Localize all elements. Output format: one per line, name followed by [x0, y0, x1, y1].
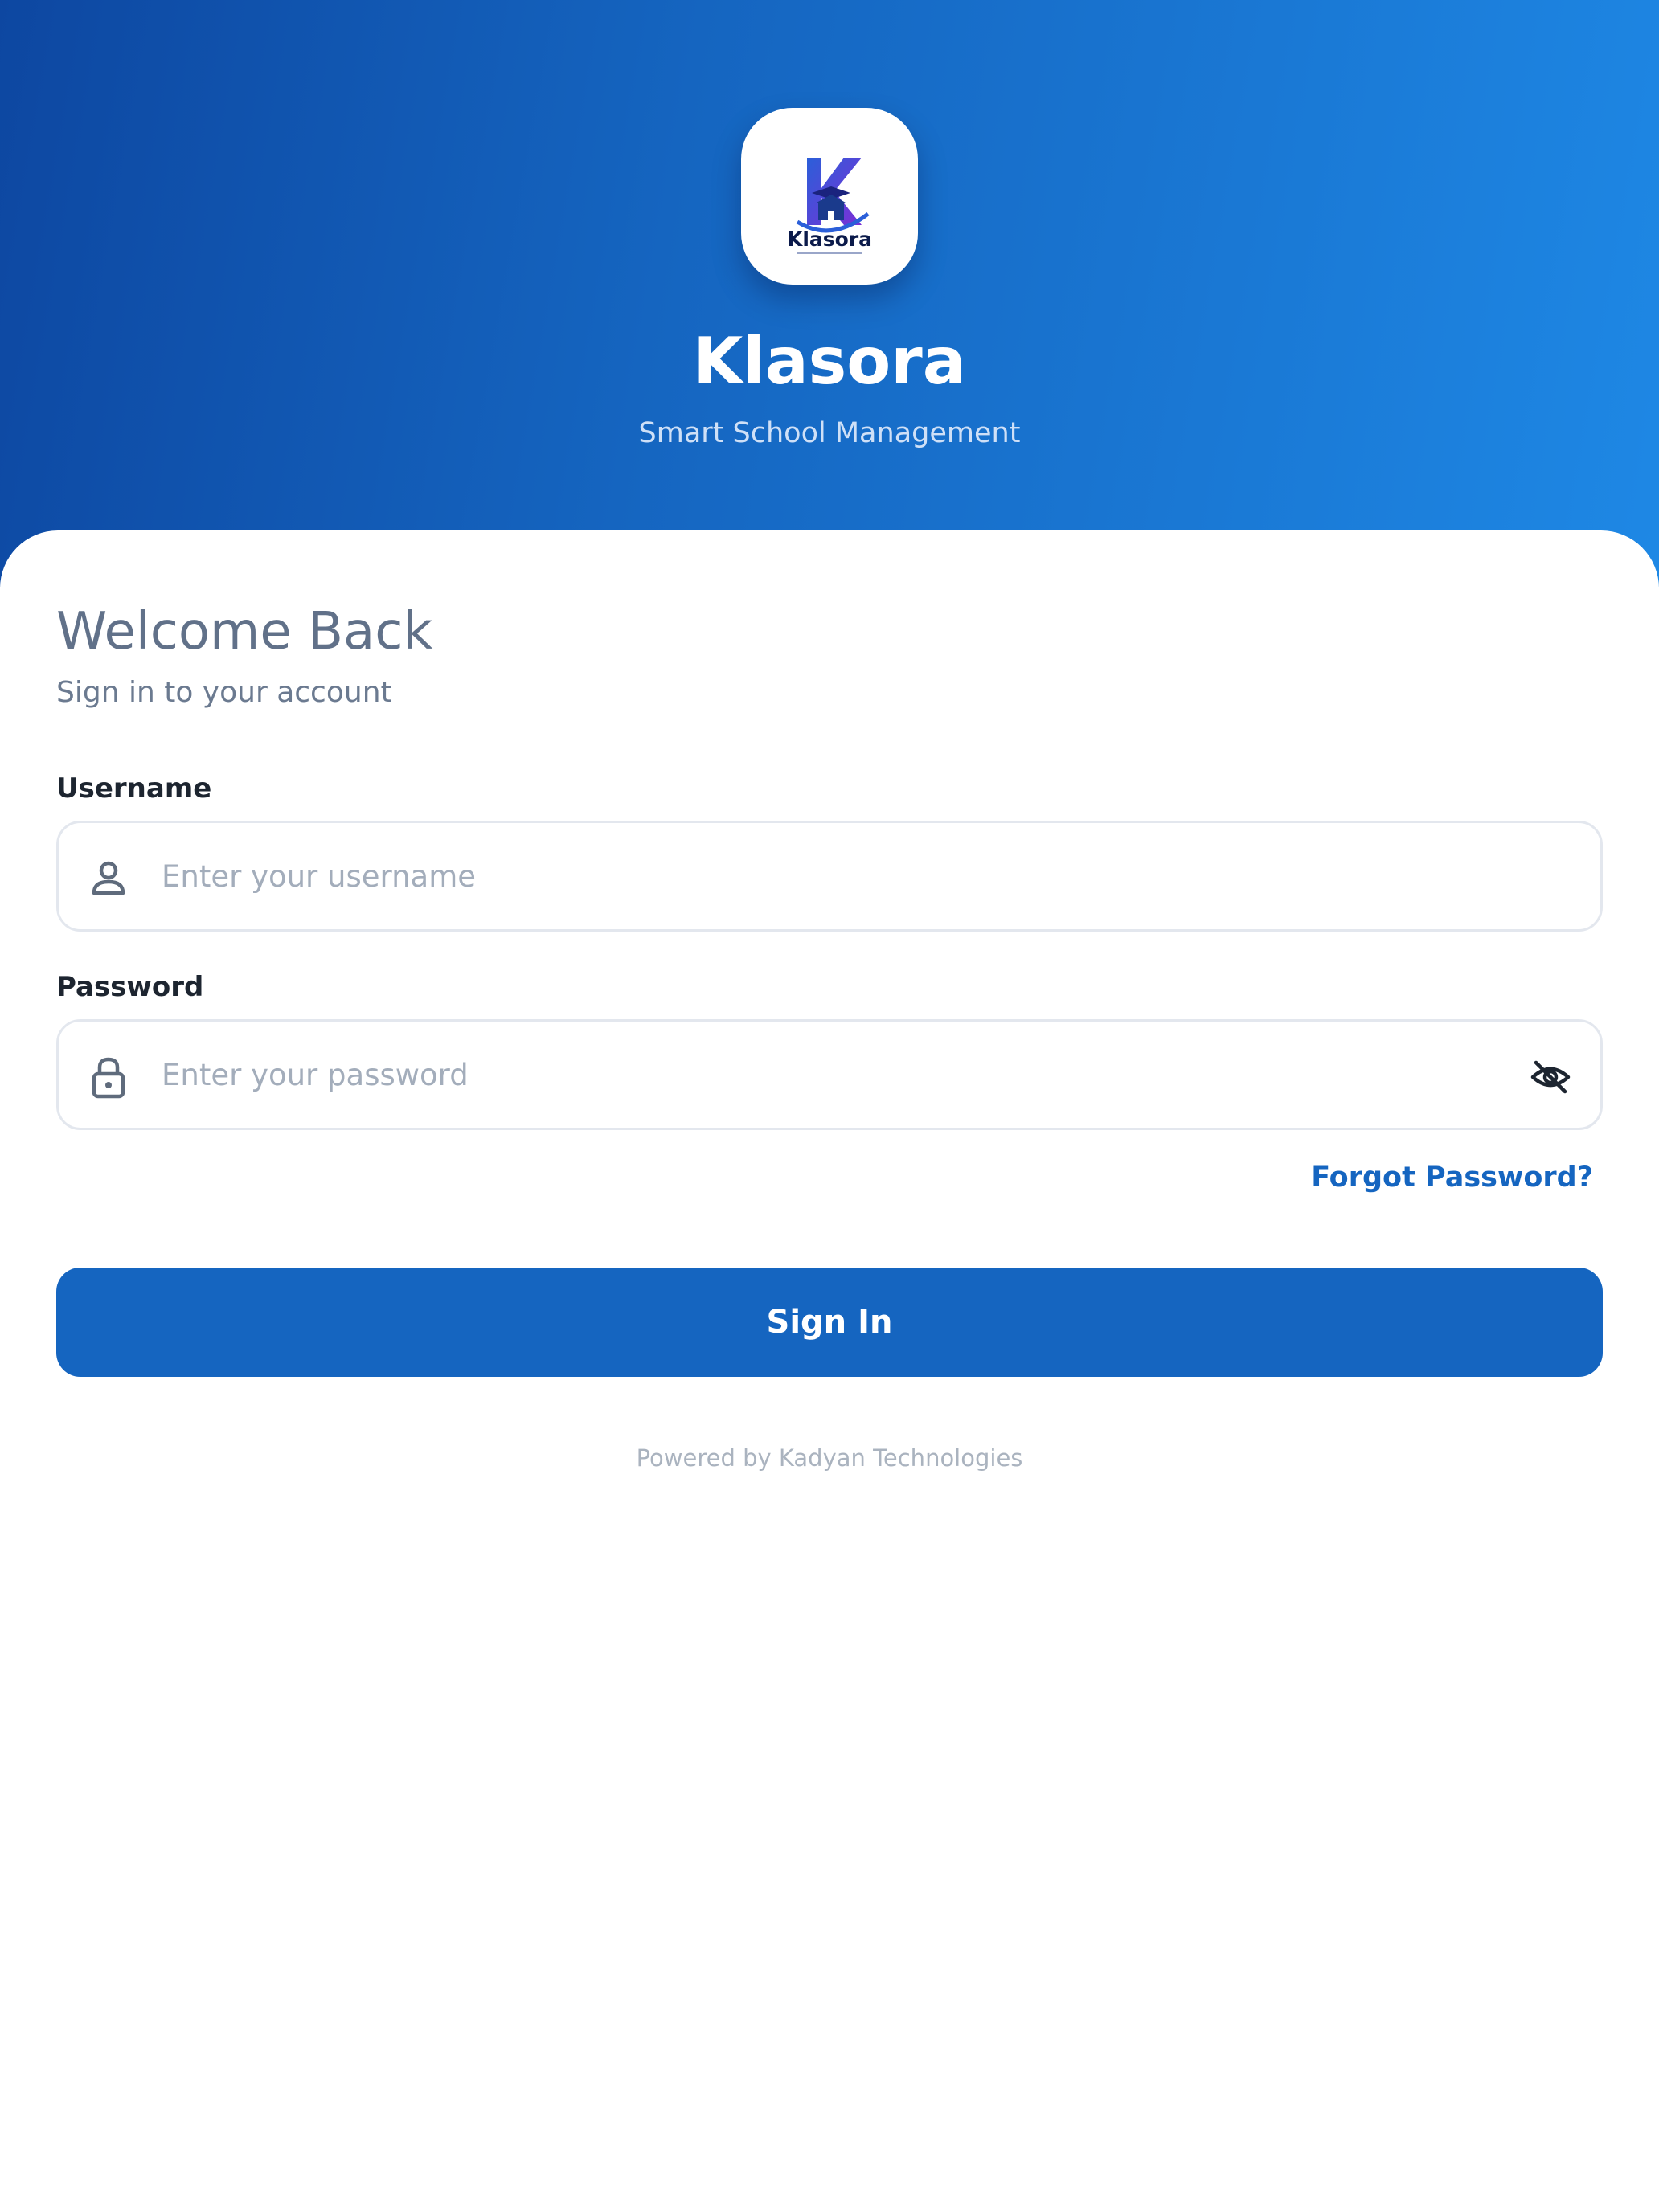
app-logo: Klasora [741, 108, 918, 285]
password-label: Password [56, 971, 204, 1003]
powered-by-footer: Powered by Kadyan Technologies [636, 1444, 1023, 1472]
welcome-title: Welcome Back [56, 602, 433, 662]
eye-off-icon[interactable] [1525, 1051, 1576, 1103]
password-input[interactable] [162, 1022, 1480, 1128]
app-title: Klasora [693, 324, 966, 399]
klasora-logo-icon: Klasora [787, 158, 872, 254]
password-field[interactable] [56, 1019, 1603, 1130]
sign-in-button[interactable]: Sign In [56, 1268, 1603, 1377]
username-field[interactable] [56, 821, 1603, 932]
forgot-password-link[interactable]: Forgot Password? [1311, 1157, 1593, 1198]
person-icon [92, 861, 125, 895]
app-subtitle: Smart School Management [638, 417, 1021, 449]
welcome-subtitle: Sign in to your account [56, 676, 392, 709]
username-input[interactable] [162, 823, 1480, 929]
header-banner: Klasora Klasora Smart School Management [0, 0, 1659, 587]
lock-icon [92, 1057, 125, 1099]
username-label: Username [56, 772, 212, 805]
logo-wordmark: Klasora [787, 227, 872, 251]
